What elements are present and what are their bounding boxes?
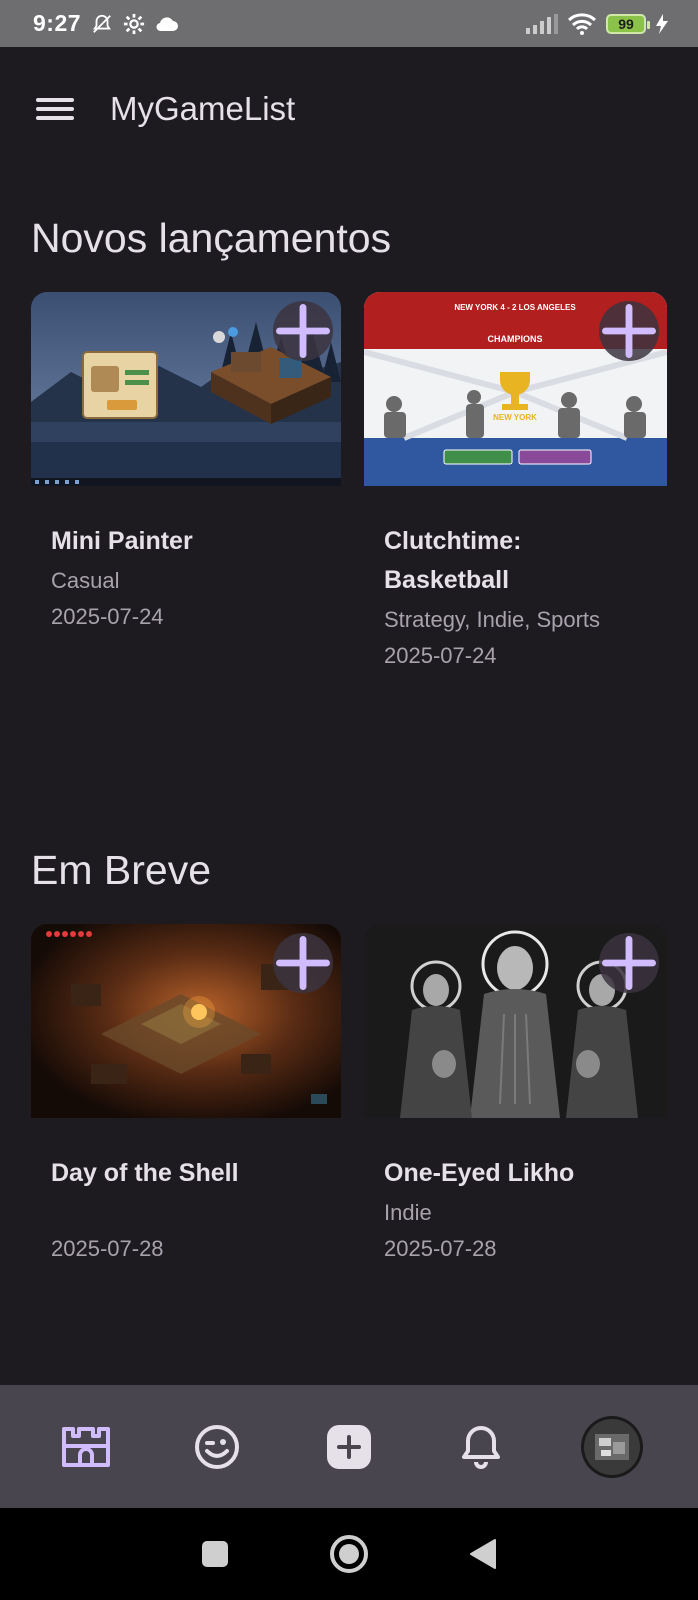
- status-left-icons: [91, 13, 179, 35]
- image-team-text: NEW YORK: [493, 413, 537, 422]
- release-date: 2025-07-28: [51, 1236, 164, 1261]
- cloud-icon: [156, 16, 179, 31]
- game-genres: Indie: [384, 1200, 432, 1225]
- status-right: 99: [526, 12, 668, 35]
- game-genres: [51, 1195, 321, 1231]
- game-title: Clutchtime: Basketball: [384, 527, 522, 594]
- add-to-list-button[interactable]: [599, 301, 659, 361]
- app-title: MyGameList: [110, 90, 296, 127]
- status-time: 9:27: [33, 10, 82, 36]
- back-button[interactable]: [469, 1538, 497, 1570]
- game-cover-image: NEW YORK 4 - 2 LOS ANGELES CHAMPIONS NEW…: [364, 292, 667, 486]
- status-bar: 9:27 99: [0, 0, 698, 47]
- game-card[interactable]: NEW YORK 4 - 2 LOS ANGELES CHAMPIONS NEW…: [364, 292, 667, 674]
- game-cover-image: [364, 924, 667, 1118]
- plus-icon: [276, 304, 330, 358]
- wifi-icon: [568, 12, 596, 35]
- game-cover-image: [31, 924, 341, 1118]
- add-to-list-button[interactable]: [273, 301, 333, 361]
- game-card[interactable]: Day of the Shell 2025-07-28: [31, 924, 341, 1267]
- game-title: Day of the Shell: [51, 1159, 239, 1187]
- game-card[interactable]: Mini Painter Casual 2025-07-24: [31, 292, 341, 635]
- castle-icon: [61, 1426, 110, 1467]
- signal-icon: [526, 13, 558, 34]
- image-banner-text: NEW YORK 4 - 2 LOS ANGELES: [454, 303, 576, 312]
- add-to-list-button[interactable]: [599, 933, 659, 993]
- back-triangle-icon: [470, 1539, 496, 1569]
- settings-icon: [123, 13, 145, 34]
- release-date: 2025-07-24: [384, 643, 497, 668]
- release-date: 2025-07-28: [384, 1236, 497, 1261]
- recents-button[interactable]: [201, 1540, 229, 1568]
- game-title: One-Eyed Likho: [384, 1159, 575, 1187]
- avatar: [581, 1415, 644, 1478]
- game-genres: Casual: [51, 568, 120, 593]
- bell-off-icon: [93, 14, 112, 33]
- image-champions-text: CHAMPIONS: [487, 334, 542, 344]
- nav-account[interactable]: [572, 1407, 652, 1487]
- add-icon: [326, 1424, 371, 1469]
- nav-home[interactable]: [46, 1407, 126, 1487]
- bottom-navigation: [0, 1385, 698, 1508]
- game-card[interactable]: One-Eyed Likho Indie 2025-07-28: [364, 924, 667, 1267]
- section-title-coming-soon: Em Breve: [31, 847, 211, 893]
- release-date: 2025-07-24: [51, 604, 164, 629]
- charging-icon: [656, 13, 668, 34]
- game-genres: Strategy, Indie, Sports: [384, 607, 601, 632]
- system-navigation: [0, 1508, 698, 1600]
- home-button[interactable]: [329, 1534, 369, 1574]
- battery-icon: 99: [606, 13, 650, 34]
- nav-notifications[interactable]: [441, 1407, 521, 1487]
- nav-profile[interactable]: [177, 1407, 257, 1487]
- menu-icon[interactable]: [36, 94, 74, 124]
- smile-icon: [195, 1424, 240, 1469]
- bell-icon: [461, 1425, 500, 1469]
- game-title: Mini Painter: [51, 527, 193, 555]
- section-title-new-releases: Novos lançamentos: [31, 215, 392, 261]
- game-cover-image: [31, 292, 341, 486]
- plus-icon: [276, 936, 330, 990]
- square-icon: [202, 1541, 228, 1567]
- app-bar: MyGameList: [0, 47, 698, 171]
- add-to-list-button[interactable]: [273, 933, 333, 993]
- circle-icon: [330, 1535, 368, 1573]
- plus-icon: [602, 304, 656, 358]
- nav-add[interactable]: [309, 1407, 389, 1487]
- plus-icon: [602, 936, 656, 990]
